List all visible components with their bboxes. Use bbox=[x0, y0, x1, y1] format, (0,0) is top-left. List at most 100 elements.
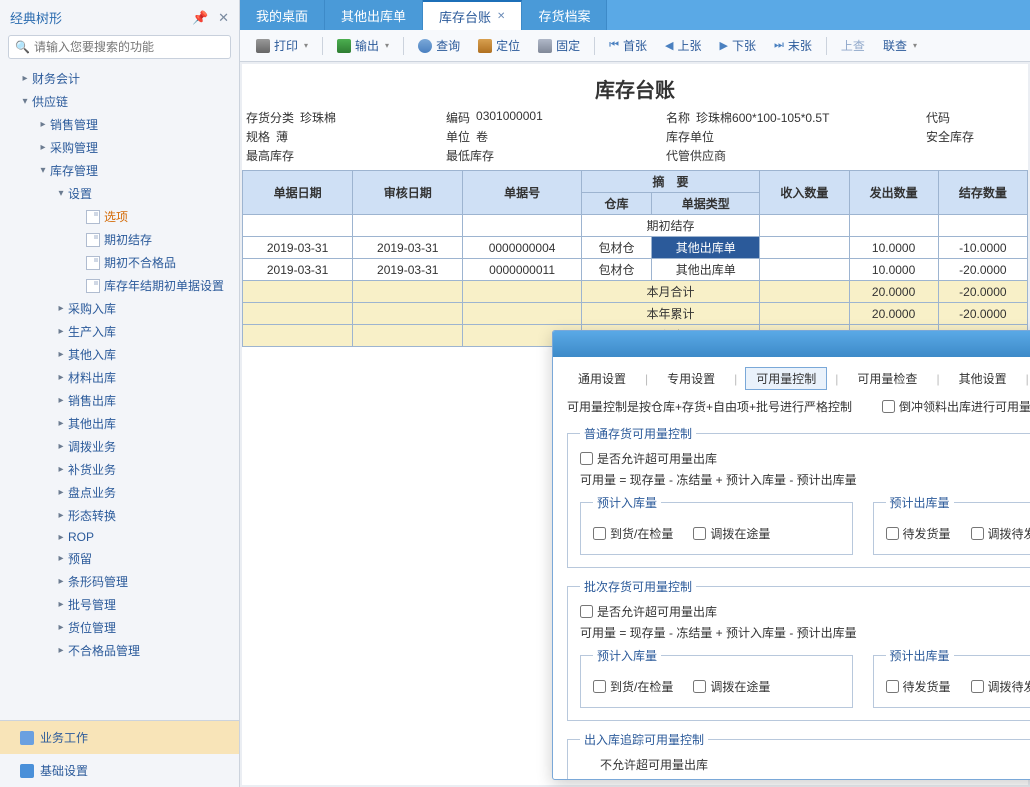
export-button[interactable]: 输出▾ bbox=[329, 34, 397, 57]
col-audit-date[interactable]: 审核日期 bbox=[353, 171, 463, 215]
up-query-button[interactable]: 上查 bbox=[833, 34, 873, 57]
tree-item[interactable]: 生产入库 bbox=[0, 320, 239, 343]
chk-transfer-out-2[interactable]: 调拨待发量 bbox=[971, 678, 1030, 695]
chevron-down-icon: ▾ bbox=[913, 41, 917, 50]
tree-item[interactable]: 采购管理 bbox=[0, 136, 239, 159]
tab[interactable]: 其他出库单 bbox=[325, 0, 423, 30]
formula-2: 可用量 = 现存量 - 冻结量 + 预计入库量 - 预计出库量 bbox=[580, 624, 1030, 641]
close-icon[interactable]: ✕ bbox=[497, 11, 505, 22]
toolbar: 打印▾ 输出▾ 查询 定位 固定 ⏮首张 ◀上张 ▶下张 ⏭末张 上查 联查▾ bbox=[240, 30, 1030, 62]
tree-item[interactable]: 设置 bbox=[0, 182, 239, 205]
sidebar-title: 经典树形 bbox=[10, 8, 62, 27]
chk-toship-1[interactable]: 待发货量 bbox=[886, 525, 951, 542]
tree-item[interactable]: 期初结存 bbox=[0, 228, 239, 251]
print-button[interactable]: 打印▾ bbox=[248, 34, 316, 57]
tree-item-label: 选项 bbox=[104, 208, 128, 225]
table-row[interactable]: 本年累计20.0000-20.0000 bbox=[243, 303, 1028, 325]
col-doc-no[interactable]: 单据号 bbox=[463, 171, 582, 215]
tree-item[interactable]: ROP bbox=[0, 527, 239, 547]
tree-item[interactable]: 补货业务 bbox=[0, 458, 239, 481]
table-row[interactable]: 期初结存 bbox=[243, 215, 1028, 237]
export-icon bbox=[337, 39, 351, 53]
dialog-body: 通用设置| 专用设置| 可用量控制| 可用量检查| 其他设置| 可用量控制是按仓… bbox=[553, 357, 1030, 779]
tree-item[interactable]: 供应链 bbox=[0, 90, 239, 113]
bottom-tab-work[interactable]: 业务工作 bbox=[0, 721, 239, 754]
tab[interactable]: 存货档案 bbox=[522, 0, 607, 30]
tree-item[interactable]: 库存年结期初单据设置 bbox=[0, 274, 239, 297]
tree-item[interactable]: 形态转换 bbox=[0, 504, 239, 527]
query-button[interactable]: 查询 bbox=[410, 34, 468, 57]
tree-item[interactable]: 批号管理 bbox=[0, 593, 239, 616]
tab[interactable]: 库存台账✕ bbox=[423, 0, 522, 30]
dialog-titlebar[interactable]: ✕ bbox=[553, 331, 1030, 357]
chk-transfer-in-2[interactable]: 调拨在途量 bbox=[693, 678, 770, 695]
chk-transfer-in-1[interactable]: 调拨在途量 bbox=[693, 525, 770, 542]
caret-icon bbox=[18, 73, 32, 84]
separator bbox=[826, 37, 827, 55]
locate-button[interactable]: 定位 bbox=[470, 34, 528, 57]
caret-icon bbox=[54, 532, 68, 543]
table-row[interactable]: 2019-03-312019-03-310000000004包材仓其他出库单10… bbox=[243, 237, 1028, 259]
tab-avail-check[interactable]: 可用量检查 bbox=[846, 367, 928, 390]
expected-out-2: 预计出库量 待发货量 调拨待发量 bbox=[873, 647, 1030, 708]
caret-icon bbox=[54, 441, 68, 452]
col-doc-type[interactable]: 单据类型 bbox=[652, 193, 760, 215]
allow-over-2[interactable]: 是否允许超可用量出库 bbox=[580, 603, 1030, 620]
tree-item[interactable]: 材料出库 bbox=[0, 366, 239, 389]
tree-item[interactable]: 库存管理 bbox=[0, 159, 239, 182]
close-sidebar-icon[interactable]: ✕ bbox=[218, 10, 229, 25]
tree-item[interactable]: 其他入库 bbox=[0, 343, 239, 366]
tab-special[interactable]: 专用设置 bbox=[656, 367, 726, 390]
tree-item[interactable]: 销售管理 bbox=[0, 113, 239, 136]
table-row[interactable]: 本月合计20.0000-20.0000 bbox=[243, 281, 1028, 303]
tree-item[interactable]: 销售出库 bbox=[0, 389, 239, 412]
tree-item[interactable]: 期初不合格品 bbox=[0, 251, 239, 274]
chk-arrive-1[interactable]: 到货/在检量 bbox=[593, 525, 673, 542]
chk-toship-2[interactable]: 待发货量 bbox=[886, 678, 951, 695]
tree-item[interactable]: 条形码管理 bbox=[0, 570, 239, 593]
tree-item-label: 货位管理 bbox=[68, 619, 116, 636]
tree-item[interactable]: 货位管理 bbox=[0, 616, 239, 639]
search-input[interactable] bbox=[34, 40, 224, 54]
lock-button[interactable]: 固定 bbox=[530, 34, 588, 57]
tree-item[interactable]: 预留 bbox=[0, 547, 239, 570]
tree-item[interactable]: 调拨业务 bbox=[0, 435, 239, 458]
printer-icon bbox=[256, 39, 270, 53]
tree-item[interactable]: 选项 bbox=[0, 205, 239, 228]
tab-avail-ctrl[interactable]: 可用量控制 bbox=[745, 367, 827, 390]
tree-item[interactable]: 盘点业务 bbox=[0, 481, 239, 504]
tab[interactable]: 我的桌面 bbox=[240, 0, 325, 30]
caret-icon bbox=[54, 418, 68, 429]
tree-item[interactable]: 财务会计 bbox=[0, 67, 239, 90]
col-warehouse[interactable]: 仓库 bbox=[581, 193, 651, 215]
caret-icon bbox=[54, 326, 68, 337]
search-box[interactable]: 🔍 bbox=[8, 35, 231, 59]
pin-icon[interactable]: 📌 bbox=[192, 10, 208, 25]
caret-icon bbox=[54, 395, 68, 406]
prev-button[interactable]: ◀上张 bbox=[657, 34, 709, 57]
tree-item[interactable]: 采购入库 bbox=[0, 297, 239, 320]
content-area: 我的桌面其他出库单库存台账✕存货档案 打印▾ 输出▾ 查询 定位 固定 ⏮首张 … bbox=[240, 0, 1030, 787]
table-row[interactable]: 2019-03-312019-03-310000000011包材仓其他出库单10… bbox=[243, 259, 1028, 281]
tree-item[interactable]: 其他出库 bbox=[0, 412, 239, 435]
bottom-tab-basic[interactable]: 基础设置 bbox=[0, 754, 239, 787]
col-in-qty[interactable]: 收入数量 bbox=[760, 171, 849, 215]
col-doc-date[interactable]: 单据日期 bbox=[243, 171, 353, 215]
tree-item-label: 形态转换 bbox=[68, 507, 116, 524]
first-button[interactable]: ⏮首张 bbox=[601, 34, 655, 57]
last-button[interactable]: ⏭末张 bbox=[766, 34, 820, 57]
chk-transfer-out-1[interactable]: 调拨待发量 bbox=[971, 525, 1030, 542]
col-stock-qty[interactable]: 结存数量 bbox=[938, 171, 1027, 215]
chk-arrive-2[interactable]: 到货/在检量 bbox=[593, 678, 673, 695]
allow-over-1[interactable]: 是否允许超可用量出库 bbox=[580, 450, 1030, 467]
tab-general[interactable]: 通用设置 bbox=[567, 367, 637, 390]
link-query-button[interactable]: 联查▾ bbox=[875, 34, 925, 57]
reverse-checkbox[interactable]: 倒冲领料出库进行可用量控制 bbox=[882, 398, 1030, 415]
next-button[interactable]: ▶下张 bbox=[712, 34, 764, 57]
tree-item-label: 不合格品管理 bbox=[68, 642, 140, 659]
tree-item[interactable]: 不合格品管理 bbox=[0, 639, 239, 662]
col-out-qty[interactable]: 发出数量 bbox=[849, 171, 938, 215]
nav-tree: 财务会计供应链销售管理采购管理库存管理设置选项期初结存期初不合格品库存年结期初单… bbox=[0, 65, 239, 720]
tab-other[interactable]: 其他设置 bbox=[948, 367, 1018, 390]
col-digest[interactable]: 摘 要 bbox=[581, 171, 759, 193]
